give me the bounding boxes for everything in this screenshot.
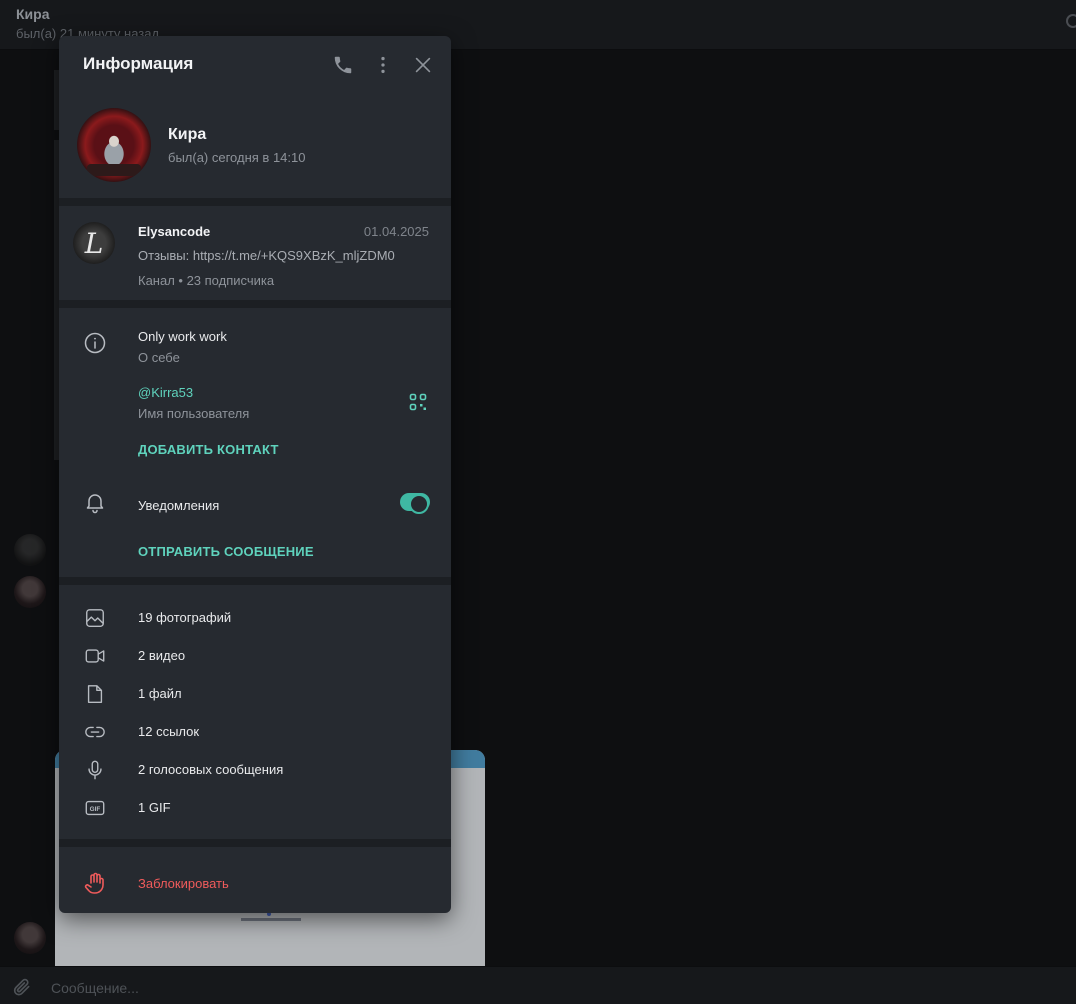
avatar[interactable] (14, 576, 46, 608)
photo-icon (84, 607, 106, 629)
personal-channel[interactable]: L Elysancode 01.04.2025 Отзывы: https://… (59, 206, 451, 300)
bio-text: Only work work (138, 329, 227, 344)
media-photos-label: 19 фотографий (138, 610, 232, 625)
add-contact-button[interactable]: ДОБАВИТЬ КОНТАКТ (138, 442, 279, 457)
hand-stop-icon (83, 871, 107, 895)
media-gif-label: 1 GIF (138, 800, 171, 815)
avatar[interactable] (14, 534, 46, 566)
bell-icon (83, 490, 107, 514)
media-videos-label: 2 видео (138, 648, 186, 663)
profile-name: Кира (168, 126, 207, 143)
media-voice-label: 2 голосовых сообщения (138, 762, 284, 777)
phone-icon[interactable] (332, 54, 354, 76)
gif-icon: GIF (84, 797, 106, 819)
channel-date: 01.04.2025 (363, 224, 429, 239)
profile-status: был(а) сегодня в 14:10 (168, 150, 306, 165)
media-photos-row[interactable]: 19 фотографий (59, 598, 451, 636)
attach-icon[interactable] (12, 977, 32, 997)
info-panel: Информация Кира был(а) сегодня в 14:10 L… (59, 36, 451, 913)
message-input[interactable]: Сообщение... (51, 980, 139, 996)
block-user-button[interactable]: Заблокировать (59, 847, 451, 913)
video-icon (84, 645, 106, 667)
media-gif-row[interactable]: GIF 1 GIF (59, 788, 451, 826)
panel-header: Информация (59, 36, 451, 94)
send-message-button[interactable]: ОТПРАВИТЬ СООБЩЕНИЕ (138, 544, 314, 559)
media-links-label: 12 ссылок (138, 724, 200, 739)
media-voice-row[interactable]: 2 голосовых сообщения (59, 750, 451, 788)
chat-title[interactable]: Кира (16, 6, 50, 22)
file-icon (84, 683, 106, 705)
search-icon[interactable] (1066, 14, 1076, 28)
divider (59, 198, 451, 206)
about-section: Only work work О себе @Kirra53 Имя польз… (59, 308, 451, 577)
block-user-label: Заблокировать (138, 876, 229, 891)
profile-section: Кира был(а) сегодня в 14:10 (59, 94, 451, 198)
channel-name: Elysancode (138, 224, 211, 239)
shared-media-list: 19 фотографий 2 видео 1 файл 12 ссылок 2… (59, 585, 451, 839)
avatar[interactable] (77, 108, 151, 182)
more-vertical-icon[interactable] (372, 54, 394, 76)
divider (59, 577, 451, 585)
media-videos-row[interactable]: 2 видео (59, 636, 451, 674)
qr-code-icon[interactable] (409, 393, 427, 411)
channel-meta: Канал • 23 подписчика (138, 273, 275, 288)
media-files-label: 1 файл (138, 686, 182, 701)
microphone-icon (84, 759, 106, 781)
avatar[interactable] (14, 922, 46, 954)
notifications-label: Уведомления (138, 498, 220, 513)
username-link[interactable]: @Kirra53 (138, 385, 193, 400)
notifications-toggle[interactable] (400, 493, 430, 514)
bio-label: О себе (138, 350, 180, 365)
link-icon (84, 721, 106, 743)
media-links-row[interactable]: 12 ссылок (59, 712, 451, 750)
close-icon[interactable] (412, 54, 434, 76)
divider (59, 300, 451, 308)
divider (59, 839, 451, 847)
username-label: Имя пользователя (138, 406, 250, 421)
panel-title: Информация (83, 54, 194, 73)
channel-avatar: L (73, 222, 115, 264)
info-icon (83, 331, 107, 355)
channel-last-post: Отзывы: https://t.me/+KQS9XBzK_mljZDM0 (138, 248, 395, 263)
message-composer: Сообщение... (0, 966, 1076, 1004)
media-files-row[interactable]: 1 файл (59, 674, 451, 712)
svg-text:GIF: GIF (90, 806, 101, 813)
